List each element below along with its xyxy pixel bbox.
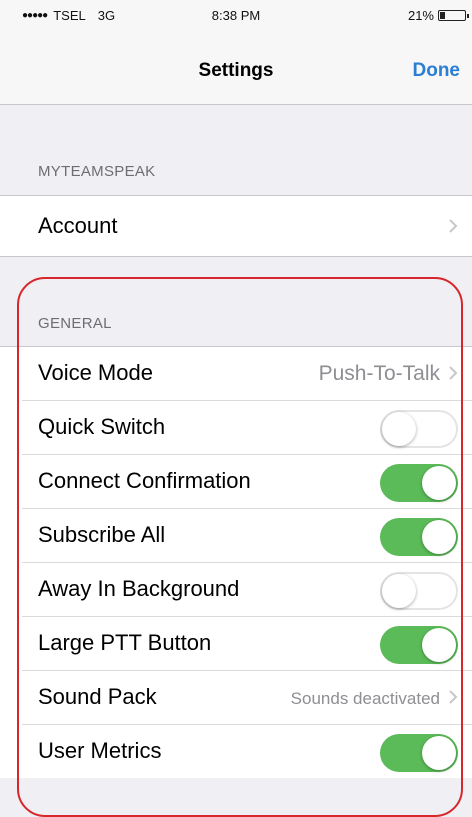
- account-label: Account: [38, 213, 118, 238]
- battery-percent: 21%: [407, 8, 434, 23]
- toggle-knob: [422, 628, 456, 662]
- subscribe-all-row: Subscribe All: [22, 509, 472, 563]
- quick-switch-label: Quick Switch: [38, 414, 166, 439]
- toggle-knob: [422, 466, 456, 500]
- myteamspeak-group: Account: [0, 195, 472, 257]
- account-row[interactable]: Account: [0, 196, 472, 256]
- done-button[interactable]: Done: [413, 60, 461, 82]
- user-metrics-row: User Metrics: [22, 725, 472, 778]
- large-ptt-button-row: Large PTT Button: [22, 617, 472, 671]
- quick-switch-toggle[interactable]: [380, 410, 458, 448]
- voice-mode-label: Voice Mode: [38, 360, 153, 385]
- toggle-knob: [422, 520, 456, 554]
- chevron-right-icon: [449, 366, 458, 380]
- away-in-background-label: Away In Background: [38, 576, 240, 601]
- large-ptt-button-label: Large PTT Button: [38, 630, 212, 655]
- connect-confirmation-label: Connect Confirmation: [38, 468, 251, 493]
- general-group: Voice Mode Push-To-Talk Quick Switch Con…: [0, 346, 472, 778]
- sound-pack-label: Sound Pack: [38, 684, 157, 709]
- sound-pack-row[interactable]: Sound Pack Sounds deactivated: [22, 671, 472, 725]
- user-metrics-label: User Metrics: [38, 738, 162, 763]
- subscribe-all-toggle[interactable]: [380, 518, 458, 556]
- sound-pack-value: Sounds deactivated: [290, 689, 440, 708]
- voice-mode-value: Push-To-Talk: [318, 362, 440, 385]
- voice-mode-row[interactable]: Voice Mode Push-To-Talk: [22, 347, 472, 401]
- status-time: 8:38 PM: [211, 8, 261, 23]
- user-metrics-toggle[interactable]: [380, 734, 458, 772]
- toggle-knob: [382, 574, 416, 608]
- chevron-right-icon: [449, 219, 458, 233]
- toggle-knob: [382, 412, 416, 446]
- connect-confirmation-row: Connect Confirmation: [22, 455, 472, 509]
- chevron-right-icon: [449, 690, 458, 704]
- connect-confirmation-toggle[interactable]: [380, 464, 458, 502]
- section-header-general: GENERAL: [38, 315, 112, 332]
- away-in-background-row: Away In Background: [22, 563, 472, 617]
- section-header-myteamspeak: MYTEAMSPEAK: [38, 163, 156, 180]
- page-title: Settings: [198, 60, 274, 81]
- battery-info: 21%: [407, 8, 469, 23]
- subscribe-all-label: Subscribe All: [38, 522, 166, 547]
- toggle-knob: [422, 736, 456, 770]
- status-bar: ●●●●● TSEL 3G 8:38 PM 21%: [0, 0, 472, 30]
- battery-icon: [438, 10, 469, 21]
- navigation-bar: Settings Done: [0, 30, 472, 105]
- battery-level: [440, 12, 445, 19]
- large-ptt-button-toggle[interactable]: [380, 626, 458, 664]
- away-in-background-toggle[interactable]: [380, 572, 458, 610]
- quick-switch-row: Quick Switch: [22, 401, 472, 455]
